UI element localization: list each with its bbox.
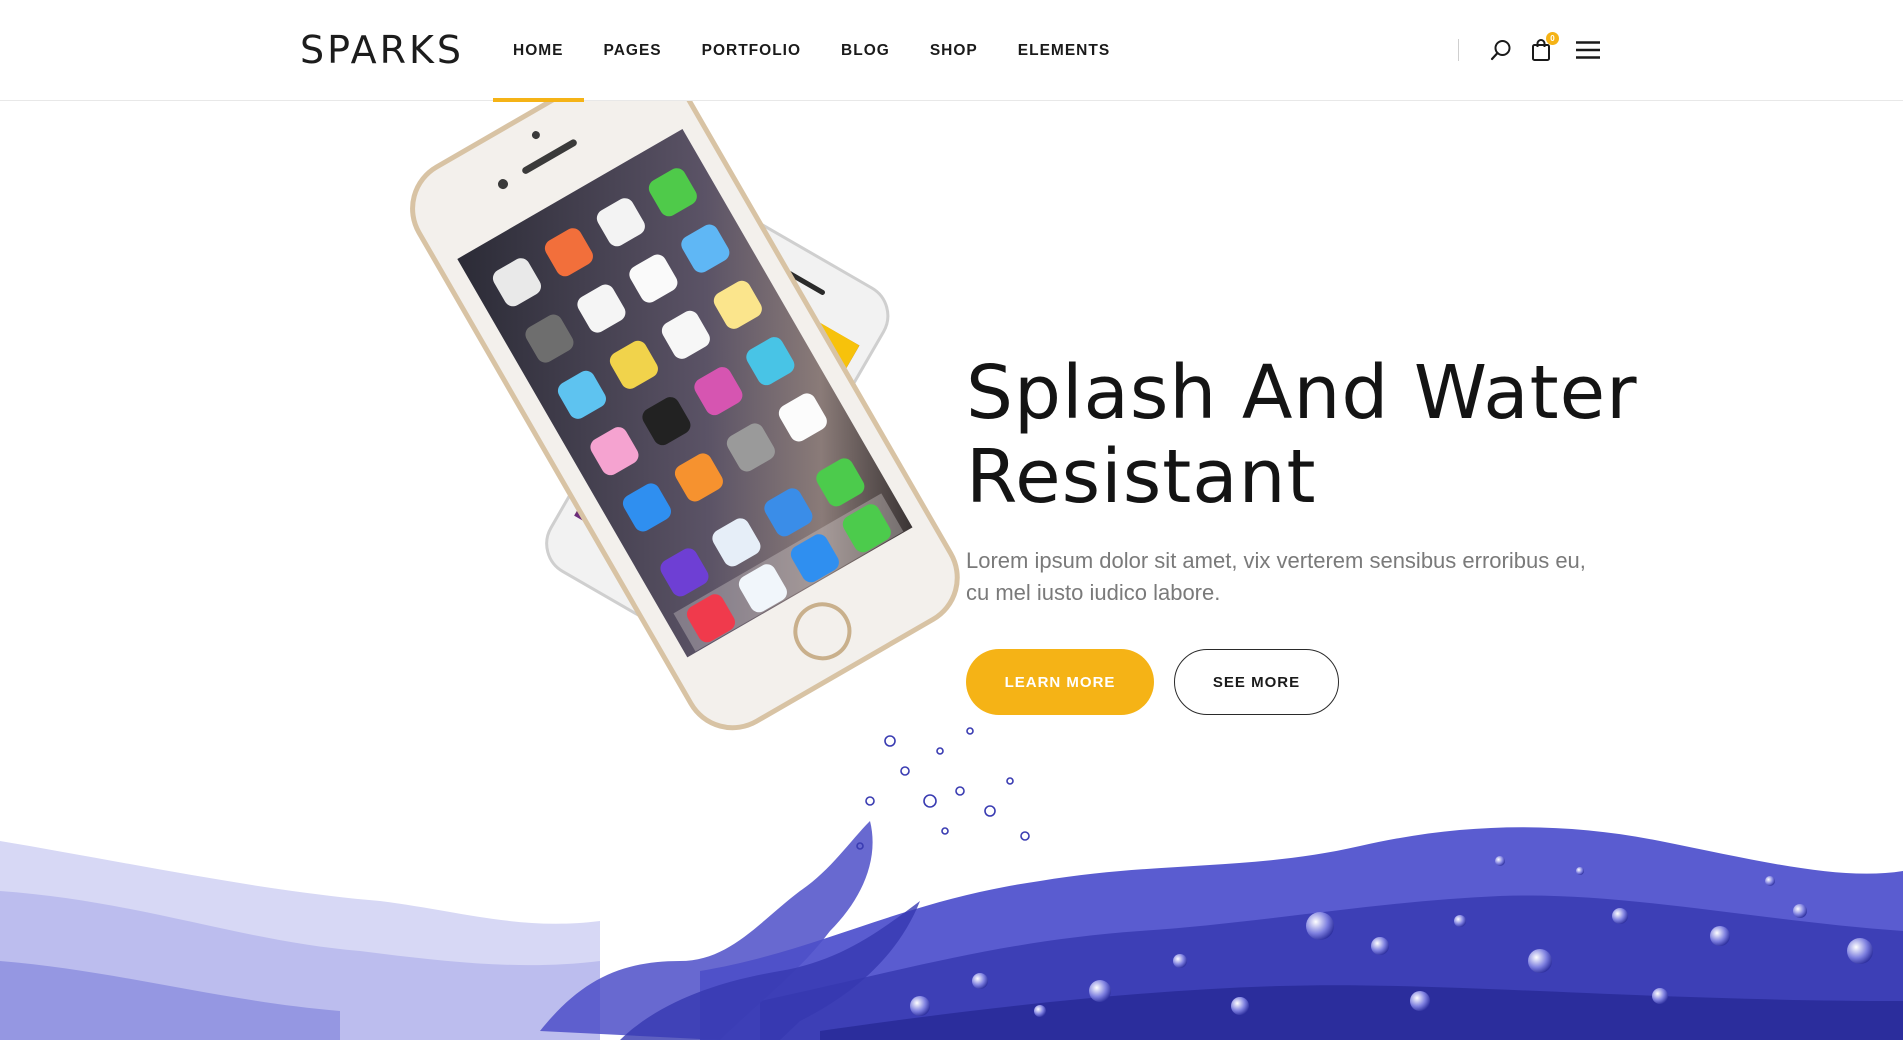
nav-item-pages[interactable]: PAGES — [584, 0, 682, 101]
learn-more-button[interactable]: LEARN MORE — [966, 649, 1154, 715]
main-nav: HOME PAGES PORTFOLIO BLOG SHOP ELEMENTS — [493, 0, 1130, 102]
nav-item-label: HOME — [513, 41, 564, 59]
nav-item-elements[interactable]: ELEMENTS — [998, 0, 1130, 101]
search-button[interactable] — [1489, 38, 1513, 62]
hero-section: Splash And Water Resistant Lorem ipsum d… — [0, 101, 1903, 1040]
header-tools: 0 — [1458, 30, 1601, 70]
hero-title-line2: Resistant — [966, 434, 1317, 520]
nav-item-label: SHOP — [929, 41, 978, 59]
hamburger-menu-icon — [1576, 41, 1600, 59]
nav-item-label: PORTFOLIO — [701, 41, 802, 59]
nav-item-shop[interactable]: SHOP — [910, 0, 998, 101]
nav-item-portfolio[interactable]: PORTFOLIO — [682, 0, 821, 101]
hero-title-line1: Splash And Water — [966, 350, 1638, 436]
nav-item-label: PAGES — [603, 41, 662, 59]
tools-divider — [1458, 39, 1459, 61]
cart-count-badge: 0 — [1546, 32, 1559, 45]
logo-text: SPARKS — [300, 30, 464, 70]
hero-title: Splash And Water Resistant — [966, 351, 1646, 519]
hero-content: Splash And Water Resistant Lorem ipsum d… — [966, 351, 1646, 715]
see-more-button[interactable]: SEE MORE — [1174, 649, 1339, 715]
hero-description: Lorem ipsum dolor sit amet, vix verterem… — [966, 548, 1586, 605]
nav-item-label: ELEMENTS — [1017, 41, 1111, 59]
logo[interactable]: SPARKS — [300, 28, 472, 72]
sparks-logo-mark: SPARKS — [300, 30, 464, 70]
site-header: SPARKS HOME PAGES PORTFOLIO BLOG SHOP EL… — [0, 0, 1903, 102]
hero-buttons: LEARN MORE SEE MORE — [966, 649, 1646, 715]
nav-item-label: BLOG — [841, 41, 890, 59]
menu-button[interactable] — [1575, 38, 1601, 62]
nav-item-blog[interactable]: BLOG — [821, 0, 910, 101]
search-icon — [1490, 40, 1511, 61]
nav-item-home[interactable]: HOME — [493, 0, 584, 102]
cart-button[interactable]: 0 — [1529, 32, 1559, 62]
